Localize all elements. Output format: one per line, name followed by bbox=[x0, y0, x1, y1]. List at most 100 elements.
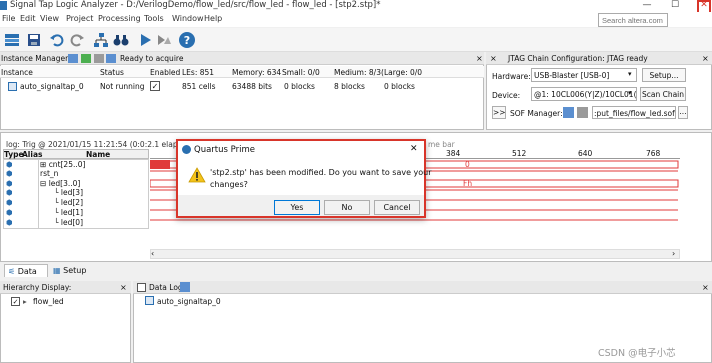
autorun-icon[interactable] bbox=[155, 31, 173, 49]
search-input[interactable] bbox=[598, 13, 668, 27]
instance-icon bbox=[8, 82, 17, 91]
sof-file-value: :put_files/flow_led.sof bbox=[594, 109, 675, 118]
menu-file[interactable]: File bbox=[2, 14, 15, 23]
tick-384: 384 bbox=[446, 149, 461, 158]
stop-analysis-icon[interactable] bbox=[94, 54, 104, 63]
signal-type-icon: ⬢ bbox=[6, 179, 13, 188]
instance-memory: 63488 bits bbox=[232, 82, 272, 91]
scroll-right-icon[interactable]: › bbox=[672, 249, 675, 258]
menu-project[interactable]: Project bbox=[66, 14, 93, 23]
signal-row[interactable]: └ led[1] bbox=[54, 208, 83, 217]
attach-sof-icon[interactable] bbox=[577, 107, 588, 118]
menu-tools[interactable]: Tools bbox=[144, 14, 164, 23]
signal-type-icon: ⬢ bbox=[6, 160, 13, 169]
setup-tab-icon: ▦ bbox=[53, 266, 61, 275]
tab-data[interactable]: ⚟ Data bbox=[4, 264, 48, 277]
binoculars-icon[interactable] bbox=[112, 31, 130, 49]
sof-browse-button[interactable]: ... bbox=[678, 106, 688, 119]
menu-help[interactable]: Help bbox=[204, 14, 222, 23]
hardware-label: Hardware: bbox=[492, 72, 531, 81]
view-tabs bbox=[0, 263, 712, 278]
watermark: CSDN @电子小芯 bbox=[598, 348, 676, 359]
col-type: Type bbox=[4, 150, 24, 159]
col-name: Name bbox=[86, 150, 111, 159]
scan-chain-button[interactable]: Scan Chain bbox=[640, 87, 686, 101]
menu-window[interactable]: Window bbox=[172, 14, 204, 23]
app-icon bbox=[0, 1, 7, 10]
data-log-icon[interactable] bbox=[180, 282, 190, 292]
instance-enabled-checkbox[interactable]: ✓ bbox=[150, 81, 160, 91]
signal-type-icon: ⬢ bbox=[6, 169, 13, 178]
run-analysis-icon[interactable] bbox=[81, 54, 91, 63]
more-button[interactable]: >> bbox=[492, 106, 506, 119]
expand-icon[interactable]: ⊞ bbox=[40, 160, 46, 169]
instance-small: 0 blocks bbox=[284, 82, 315, 91]
signal-name: led[1] bbox=[60, 208, 83, 217]
hardware-value: USB-Blaster [USB-0] bbox=[534, 71, 610, 80]
hierarchy-item[interactable]: flow_led bbox=[33, 297, 64, 306]
col-instance: Instance bbox=[1, 68, 33, 77]
hierarchy-expand-icon[interactable]: ▸ bbox=[23, 297, 27, 306]
dialog-close-button[interactable]: ✕ bbox=[410, 144, 418, 154]
tick-768: 768 bbox=[646, 149, 661, 158]
hierarchy-title: Hierarchy Display: bbox=[3, 283, 72, 292]
dialog-message: 'stp2.stp' has been modified. Do you wan… bbox=[210, 168, 432, 177]
signal-row[interactable]: rst_n bbox=[40, 169, 58, 178]
data-log-close-icon[interactable]: × bbox=[702, 283, 709, 292]
maximize-button[interactable]: ☐ bbox=[668, 0, 682, 11]
redo-icon[interactable] bbox=[68, 31, 86, 49]
signal-row[interactable]: └ led[3] bbox=[54, 188, 83, 197]
program-device-icon[interactable] bbox=[563, 107, 574, 118]
save-icon[interactable] bbox=[25, 31, 43, 49]
signal-type-icon: ⬢ bbox=[6, 218, 13, 227]
signal-row[interactable]: └ led[0] bbox=[54, 218, 83, 227]
scroll-left-icon[interactable]: ‹ bbox=[151, 249, 154, 258]
data-log-item-icon bbox=[145, 296, 154, 305]
signaltap-icon[interactable] bbox=[3, 31, 21, 49]
cnt-value: 0 bbox=[465, 160, 470, 169]
tab-setup[interactable]: ▦ Setup bbox=[50, 264, 94, 277]
hierarchy-close-icon[interactable]: × bbox=[120, 283, 127, 292]
menu-processing[interactable]: Processing bbox=[98, 14, 141, 23]
instance-status: Not running bbox=[100, 82, 145, 91]
hierarchy-icon[interactable] bbox=[92, 31, 110, 49]
signal-type-icon: ⬢ bbox=[6, 188, 13, 197]
signal-row[interactable]: ⊟ led[3..0] bbox=[40, 179, 80, 188]
sof-manager-label: SOF Manager: bbox=[510, 109, 563, 118]
signal-name: led[3..0] bbox=[48, 179, 81, 188]
menu-edit[interactable]: Edit bbox=[20, 14, 36, 23]
waveform-scrollbar[interactable] bbox=[150, 249, 680, 259]
yes-button[interactable]: Yes bbox=[274, 200, 320, 215]
instance-medium: 8 blocks bbox=[334, 82, 365, 91]
hierarchy-checkbox[interactable]: ✓ bbox=[11, 297, 20, 306]
menu-view[interactable]: View bbox=[40, 14, 59, 23]
signal-name: rst_n bbox=[40, 169, 59, 178]
undo-icon[interactable] bbox=[48, 31, 66, 49]
signal-row[interactable]: └ led[2] bbox=[54, 198, 83, 207]
autorun-analysis-icon[interactable] bbox=[68, 54, 78, 63]
data-log-item[interactable]: auto_signaltap_0 bbox=[157, 297, 221, 306]
minimize-button[interactable]: — bbox=[640, 0, 654, 11]
col-small: Small: 0/0 bbox=[282, 68, 320, 77]
no-button[interactable]: No bbox=[324, 200, 370, 215]
col-medium: Medium: 8/3( bbox=[334, 68, 384, 77]
col-large: Large: 0/0 bbox=[384, 68, 423, 77]
device-label: Device: bbox=[492, 91, 521, 100]
setup-button[interactable]: Setup... bbox=[642, 68, 686, 82]
help-icon[interactable]: ? bbox=[178, 31, 196, 49]
window-title: Signal Tap Logic Analyzer - D:/VerilogDe… bbox=[10, 0, 381, 10]
jtag-status: JTAG Chain Configuration: JTAG ready bbox=[508, 54, 648, 63]
collapse-icon[interactable]: ⊟ bbox=[40, 179, 46, 188]
data-log-checkbox[interactable] bbox=[137, 283, 146, 292]
svg-text:?: ? bbox=[184, 34, 190, 47]
read-data-icon[interactable] bbox=[106, 54, 116, 63]
time-bar-label: me bar bbox=[428, 140, 455, 149]
signal-row[interactable]: ⊞ cnt[25..0] bbox=[40, 160, 85, 169]
jtag-close-icon[interactable]: × bbox=[490, 54, 497, 63]
col-les: LEs: 851 bbox=[182, 68, 215, 77]
jtag-close-right-icon[interactable]: × bbox=[702, 54, 709, 63]
data-log-header bbox=[133, 281, 712, 294]
cancel-button[interactable]: Cancel bbox=[374, 200, 420, 215]
run-icon[interactable] bbox=[136, 31, 154, 49]
instance-manager-close-icon[interactable]: × bbox=[476, 54, 483, 63]
